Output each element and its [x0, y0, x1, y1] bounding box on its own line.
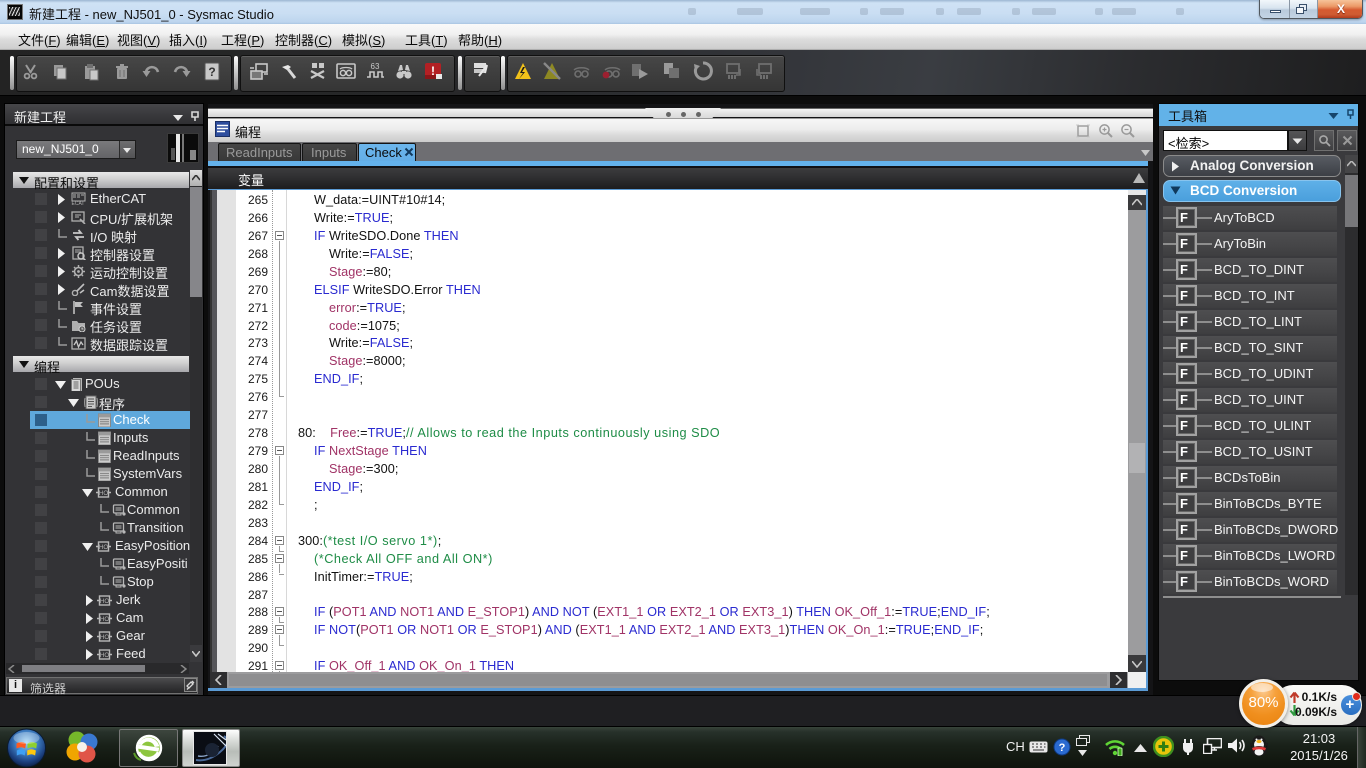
svg-text:HO: HO — [100, 635, 109, 641]
svg-text:HO: HO — [100, 617, 109, 623]
svg-text:!: ! — [431, 64, 435, 78]
svg-text:HO: HO — [99, 545, 108, 551]
svg-text:63: 63 — [371, 62, 380, 71]
svg-text:ECAT: ECAT — [72, 201, 85, 206]
svg-text:?: ? — [1059, 742, 1066, 754]
svg-text:HO: HO — [100, 599, 109, 605]
svg-text:?: ? — [208, 65, 215, 79]
svg-text:HO: HO — [100, 653, 109, 659]
svg-text:HO: HO — [99, 491, 108, 497]
